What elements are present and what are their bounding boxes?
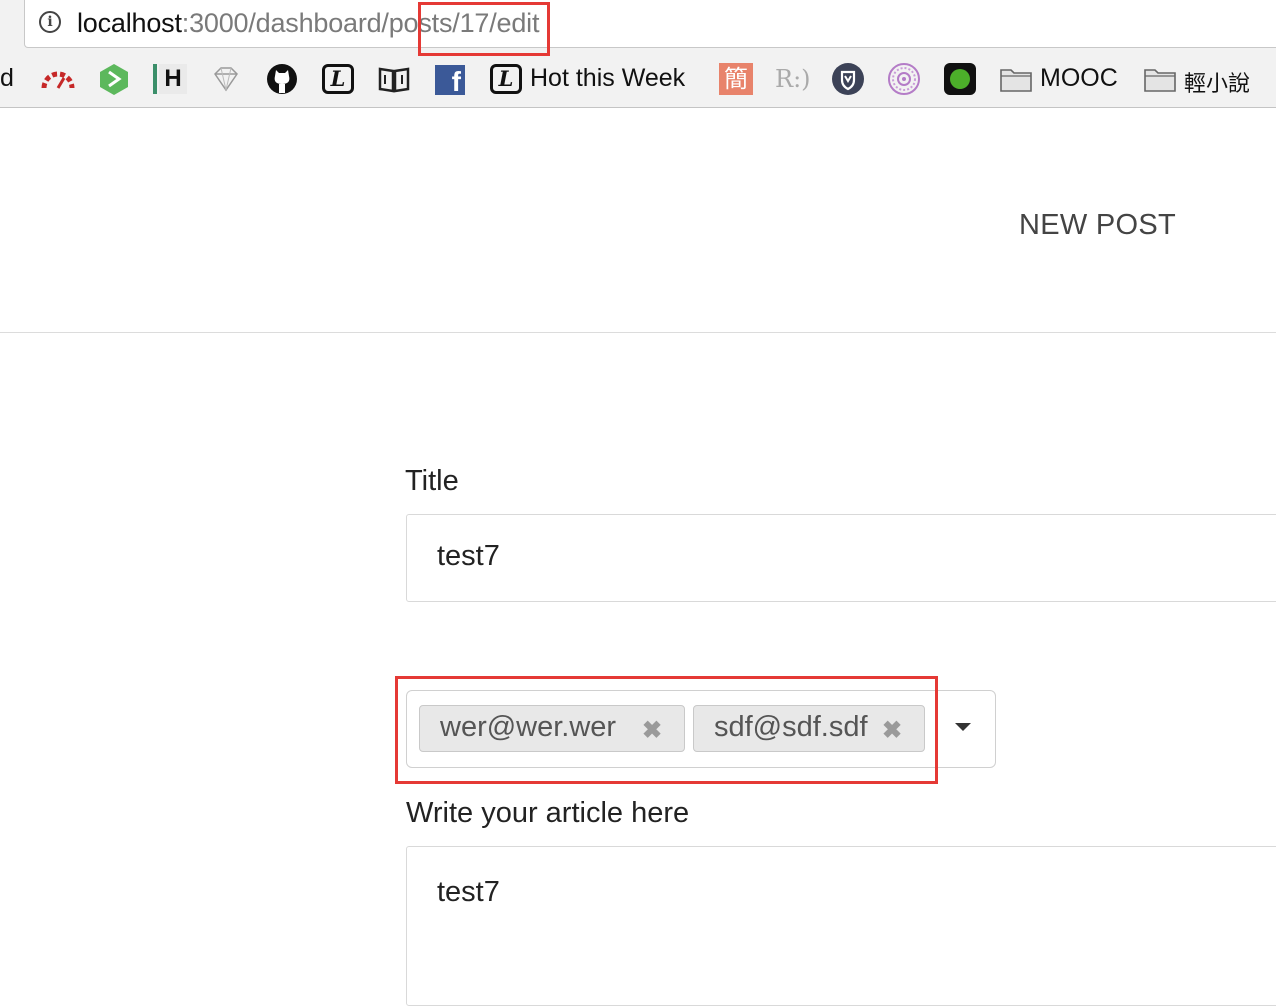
info-icon[interactable]: i [39, 11, 61, 33]
l-letter-icon[interactable]: L [322, 62, 354, 96]
github-icon[interactable] [265, 62, 299, 96]
select-highlight-box [395, 676, 938, 784]
url-highlight-box [418, 2, 550, 56]
facebook-icon[interactable]: f [435, 62, 465, 96]
folder-icon[interactable] [1143, 62, 1177, 96]
bookmarks-bar: d H L f L Hot this Week 簡 R:) MOOC 輕小說 [0, 56, 1276, 104]
diamond-icon[interactable] [209, 62, 243, 96]
article-textarea[interactable]: test7 [406, 846, 1276, 1006]
bookmark-hot-this-week[interactable]: Hot this Week [530, 64, 685, 93]
browser-chrome: i localhost:3000/dashboard/posts/17/edit… [0, 0, 1276, 108]
green-hexagon-icon[interactable] [98, 62, 130, 96]
bookmark-truncated[interactable]: d [0, 64, 14, 93]
title-input-value: test7 [437, 540, 500, 572]
green-dot-icon[interactable] [943, 62, 977, 96]
chrome-divider [0, 107, 1276, 108]
folder-icon[interactable] [999, 62, 1033, 96]
bookmark-light-novel[interactable]: 輕小說 [1184, 66, 1250, 98]
nav-divider [0, 332, 1276, 333]
url-host: localhost [77, 8, 182, 38]
nav-new-post-link[interactable]: NEW POST [1019, 209, 1176, 242]
bookmark-mooc[interactable]: MOOC [1040, 64, 1118, 93]
article-label: Write your article here [406, 797, 690, 829]
h-letter-icon[interactable]: H [153, 62, 187, 96]
book-icon[interactable] [377, 62, 411, 96]
purple-circle-icon[interactable] [887, 62, 921, 96]
address-bar[interactable]: i localhost:3000/dashboard/posts/17/edit [24, 0, 1276, 48]
jian-char-icon[interactable]: 簡 [719, 62, 753, 96]
speedometer-icon[interactable] [40, 62, 76, 96]
l-letter-icon[interactable]: L [490, 62, 522, 96]
shield-icon[interactable] [831, 62, 865, 96]
title-label: Title [405, 465, 459, 497]
r-smile-icon[interactable]: R:) [775, 62, 811, 96]
title-input[interactable]: test7 [406, 514, 1276, 602]
chevron-down-icon[interactable] [955, 723, 971, 731]
article-textarea-value: test7 [437, 876, 500, 908]
